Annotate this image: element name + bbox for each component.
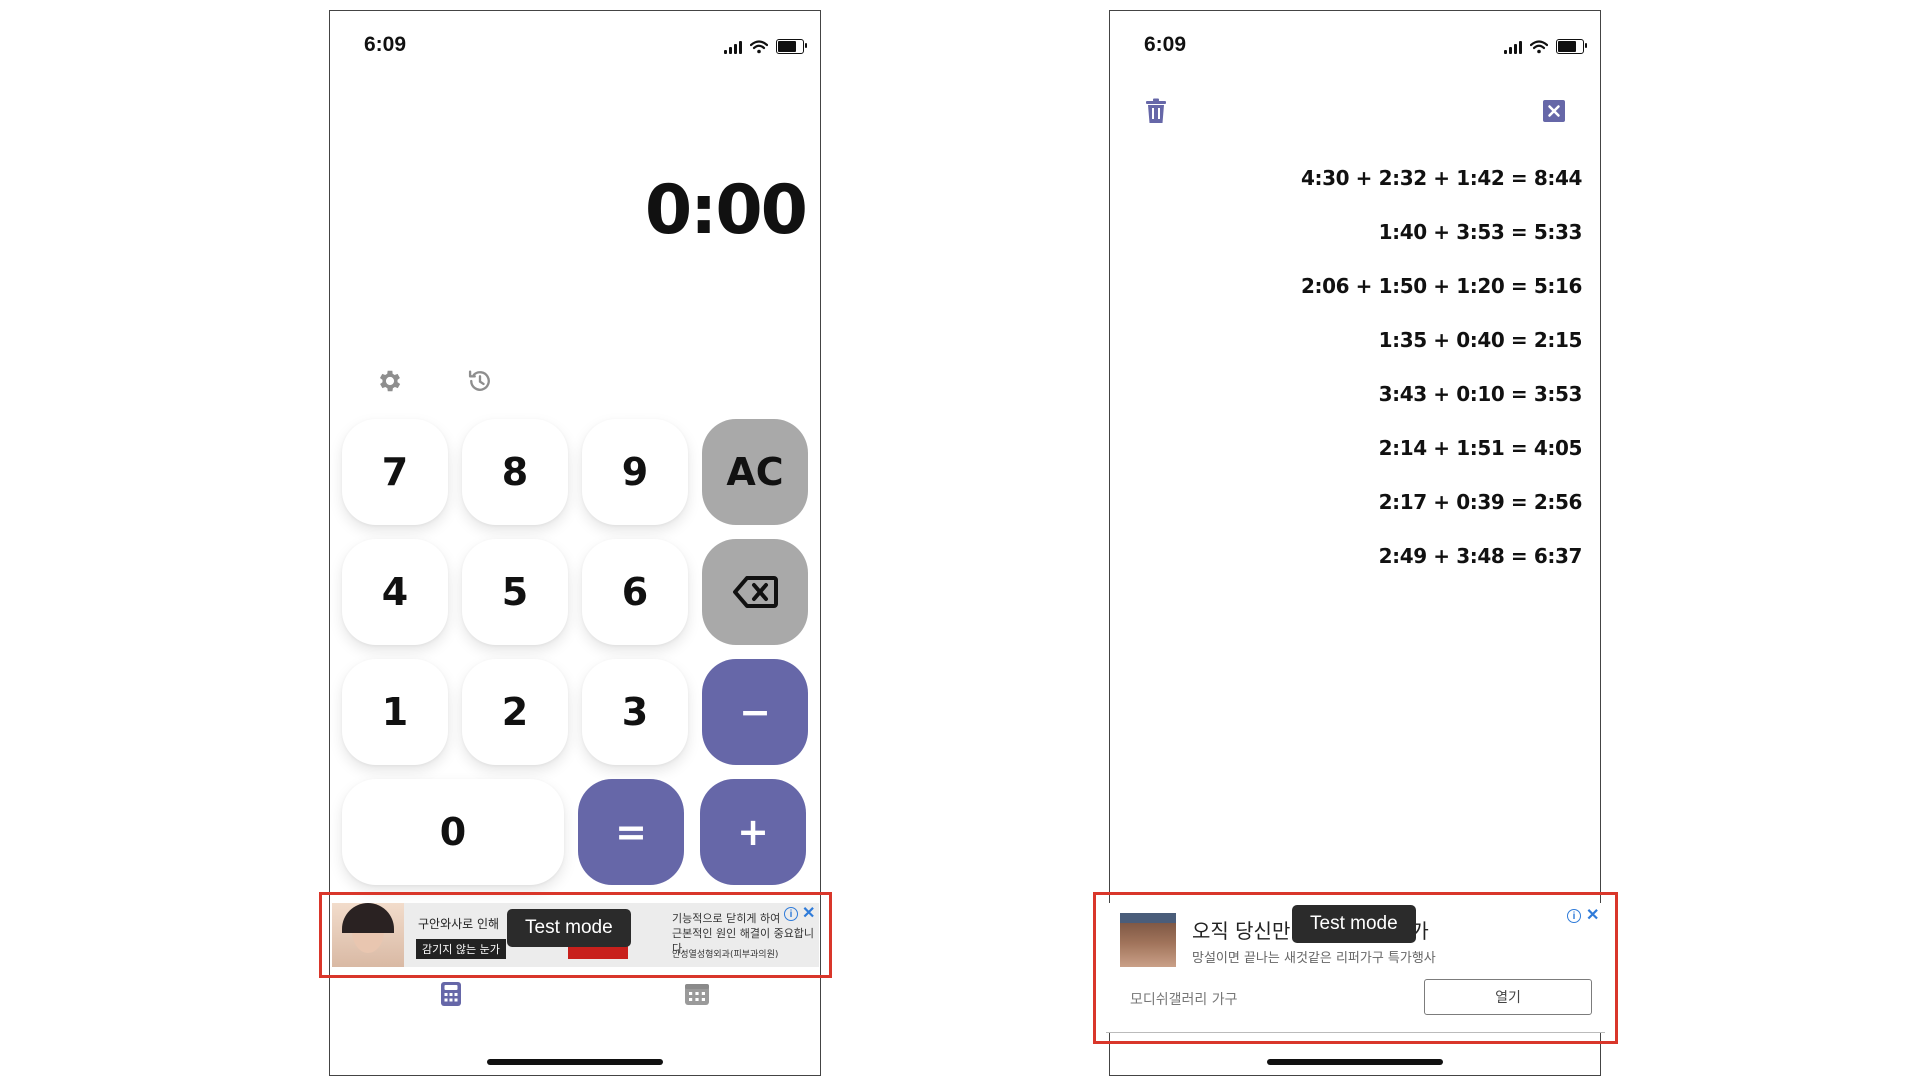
backspace-button[interactable] xyxy=(702,539,808,645)
tab-calendar[interactable] xyxy=(682,979,712,1009)
ad-headline-start: 오직 당신만 xyxy=(1192,919,1291,943)
close-history-button[interactable] xyxy=(1538,95,1570,127)
key-4[interactable]: 4 xyxy=(342,539,448,645)
keypad: 7 8 9 AC 4 5 6 1 2 3 − 0 = + xyxy=(342,419,810,899)
key-1[interactable]: 1 xyxy=(342,659,448,765)
history-list: 4:30 + 2:32 + 1:42 = 8:44 1:40 + 3:53 = … xyxy=(1301,161,1582,593)
ad-image xyxy=(1120,913,1176,967)
history-entry[interactable]: 1:35 + 0:40 = 2:15 xyxy=(1301,323,1583,377)
home-indicator xyxy=(1267,1059,1443,1065)
trash-icon xyxy=(1146,98,1166,123)
backspace-icon xyxy=(733,576,778,608)
cellular-signal-icon xyxy=(1504,40,1522,54)
status-icons xyxy=(724,39,807,54)
ad-close-icon[interactable]: ✕ xyxy=(802,903,815,923)
battery-icon xyxy=(1556,39,1587,54)
gear-icon xyxy=(379,370,401,392)
history-entry[interactable]: 1:40 + 3:53 = 5:33 xyxy=(1301,215,1583,269)
key-2[interactable]: 2 xyxy=(462,659,568,765)
status-bar: 6:09 xyxy=(330,11,820,81)
ad-banner-highlight: 오직 당신만 가 망설이면 끝나는 새것같은 리퍼가구 특가행사 모디쉬갤러리 가… xyxy=(1093,892,1618,1044)
ad-banner-highlight: 구안와사로 인해 감기지 않는 눈가 기능적으로 닫히게 하여 근본적인 원인 … xyxy=(319,892,832,978)
calculator-icon xyxy=(441,982,461,1006)
tab-calculator[interactable] xyxy=(436,979,466,1009)
minus-button[interactable]: − xyxy=(702,659,808,765)
history-entry[interactable]: 4:30 + 2:32 + 1:42 = 8:44 xyxy=(1301,161,1582,215)
history-button[interactable] xyxy=(460,361,500,401)
home-indicator xyxy=(487,1059,663,1065)
key-6[interactable]: 6 xyxy=(582,539,688,645)
battery-icon xyxy=(776,39,807,54)
ad-divider xyxy=(1106,1031,1605,1033)
history-entry[interactable]: 3:43 + 0:10 = 3:53 xyxy=(1301,377,1583,431)
key-3[interactable]: 3 xyxy=(582,659,688,765)
ad-sponsor: 안성열성형외과(피부과의원) xyxy=(672,950,779,960)
history-icon xyxy=(468,370,490,391)
status-time: 6:09 xyxy=(364,33,407,56)
calculator-display: 0:00 xyxy=(644,171,808,250)
key-8[interactable]: 8 xyxy=(462,419,568,525)
close-icon xyxy=(1543,100,1565,122)
ad-image xyxy=(332,903,404,967)
history-entry[interactable]: 2:14 + 1:51 = 4:05 xyxy=(1301,431,1583,485)
history-entry[interactable]: 2:49 + 3:48 = 6:37 xyxy=(1301,539,1583,593)
ad-info-icon[interactable]: i xyxy=(784,907,798,921)
wifi-icon xyxy=(750,39,768,53)
key-7[interactable]: 7 xyxy=(342,419,448,525)
cellular-signal-icon xyxy=(724,40,742,54)
ad-open-button[interactable]: 열기 xyxy=(1424,979,1592,1015)
key-9[interactable]: 9 xyxy=(582,419,688,525)
ad-info-icon[interactable]: i xyxy=(1567,909,1581,923)
test-mode-label: Test mode xyxy=(1292,905,1416,943)
plus-button[interactable]: + xyxy=(700,779,806,885)
test-mode-label: Test mode xyxy=(507,909,631,947)
ad-subtext: 망설이면 끝나는 새것같은 리퍼가구 특가행사 xyxy=(1192,951,1436,966)
equals-button[interactable]: = xyxy=(578,779,684,885)
ad-advertiser: 모디쉬갤러리 가구 xyxy=(1130,992,1238,1008)
ad-tagline: 감기지 않는 눈가 xyxy=(416,939,506,959)
key-5[interactable]: 5 xyxy=(462,539,568,645)
key-0[interactable]: 0 xyxy=(342,779,564,885)
clear-history-button[interactable] xyxy=(1140,95,1172,127)
ad-headline: 구안와사로 인해 xyxy=(418,917,500,931)
status-icons xyxy=(1504,39,1587,54)
wifi-icon xyxy=(1530,39,1548,53)
ad-close-icon[interactable]: ✕ xyxy=(1586,905,1599,925)
calendar-icon xyxy=(685,984,709,1005)
history-entry[interactable]: 2:06 + 1:50 + 1:20 = 5:16 xyxy=(1301,269,1582,323)
status-bar: 6:09 xyxy=(1110,11,1600,81)
history-entry[interactable]: 2:17 + 0:39 = 2:56 xyxy=(1301,485,1583,539)
tab-bar xyxy=(330,979,820,1019)
settings-button[interactable] xyxy=(370,361,410,401)
status-time: 6:09 xyxy=(1144,33,1187,56)
all-clear-button[interactable]: AC xyxy=(702,419,808,525)
